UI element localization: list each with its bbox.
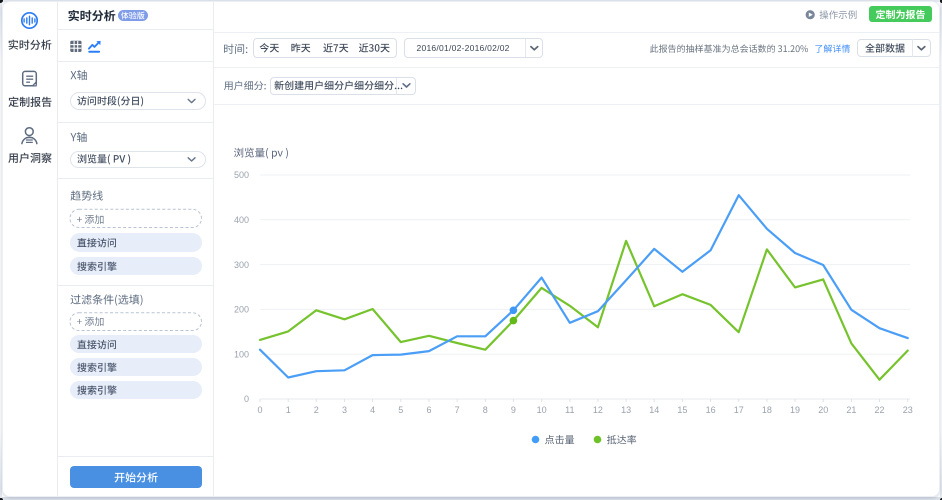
svg-text:14: 14 — [649, 405, 659, 415]
svg-text:500: 500 — [234, 170, 249, 180]
svg-text:3: 3 — [342, 405, 347, 415]
svg-text:17: 17 — [734, 405, 744, 415]
svg-text:10: 10 — [537, 405, 547, 415]
svg-text:300: 300 — [234, 260, 249, 270]
svg-text:23: 23 — [903, 405, 913, 415]
svg-text:2: 2 — [314, 405, 319, 415]
svg-text:6: 6 — [426, 405, 431, 415]
svg-text:22: 22 — [874, 405, 884, 415]
svg-text:18: 18 — [762, 405, 772, 415]
svg-text:11: 11 — [565, 405, 574, 415]
svg-text:2016/01/02-2016/02/02: 2016/01/02-2016/02/02 — [417, 43, 510, 53]
svg-text:0: 0 — [244, 394, 249, 404]
svg-text:8: 8 — [483, 405, 488, 415]
svg-text:9: 9 — [511, 405, 516, 415]
svg-text:7: 7 — [455, 405, 460, 415]
svg-text:200: 200 — [234, 305, 249, 315]
svg-text:15: 15 — [677, 405, 687, 415]
svg-text:16: 16 — [706, 405, 716, 415]
svg-text:12: 12 — [593, 405, 603, 415]
svg-text:0: 0 — [257, 405, 262, 415]
svg-text:19: 19 — [790, 405, 800, 415]
svg-text:13: 13 — [621, 405, 631, 415]
svg-text:20: 20 — [818, 405, 828, 415]
svg-text:21: 21 — [846, 405, 856, 415]
svg-text:400: 400 — [234, 215, 249, 225]
svg-text:4: 4 — [370, 405, 375, 415]
svg-text:1: 1 — [286, 405, 291, 415]
svg-text:5: 5 — [398, 405, 403, 415]
svg-text:100: 100 — [234, 349, 249, 359]
